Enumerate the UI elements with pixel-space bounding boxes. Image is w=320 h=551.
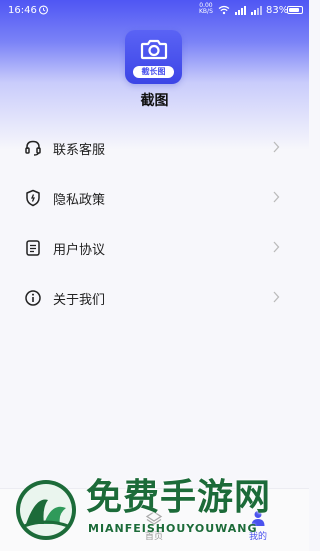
menu-item-label: 用户协议 [53,243,106,258]
battery-icon [287,6,303,14]
menu-item-label: 隐私政策 [53,193,106,208]
network-speed: 0.00 KB/S [199,3,213,15]
alarm-icon [39,5,48,15]
menu-item-label: 关于我们 [53,293,106,308]
user-icon [251,511,265,526]
info-icon [25,290,41,306]
tab-mine[interactable]: 我的 [228,489,288,551]
chevron-right-icon [273,241,280,253]
document-icon [26,240,40,256]
app-logo: 截长图 [125,30,182,84]
network-speed-unit: KB/S [199,8,213,15]
tab-label: 我的 [248,532,267,542]
app-name: 截图 [140,93,169,109]
menu-item-label: 联系客服 [53,143,106,158]
status-time: 16:46 [8,5,37,16]
signal-icon-secondary [251,6,262,15]
battery-level [289,8,299,12]
headset-icon [25,140,41,156]
menu-item-contact-support[interactable]: 联系客服 [0,123,309,173]
chevron-right-icon [273,141,280,153]
signal-icon [235,6,246,15]
camera-icon [140,39,168,60]
home-icon [145,511,163,525]
chevron-right-icon [273,191,280,203]
tab-home[interactable]: 首页 [124,489,184,551]
menu-item-user-agreement[interactable]: 用户协议 [0,223,309,273]
menu-item-privacy-policy[interactable]: 隐私政策 [0,173,309,223]
shield-icon [26,189,40,207]
chevron-right-icon [273,291,280,303]
logo-badge: 截长图 [133,66,174,78]
tab-label: 首页 [144,532,163,542]
menu-item-about-us[interactable]: 关于我们 [0,273,309,323]
status-bar: 16:46 0.00 KB/S 83% [0,0,309,22]
wifi-icon [218,5,230,15]
battery-percent: 83% [266,5,289,16]
bottom-navigation: 首页 我的 [0,488,309,551]
